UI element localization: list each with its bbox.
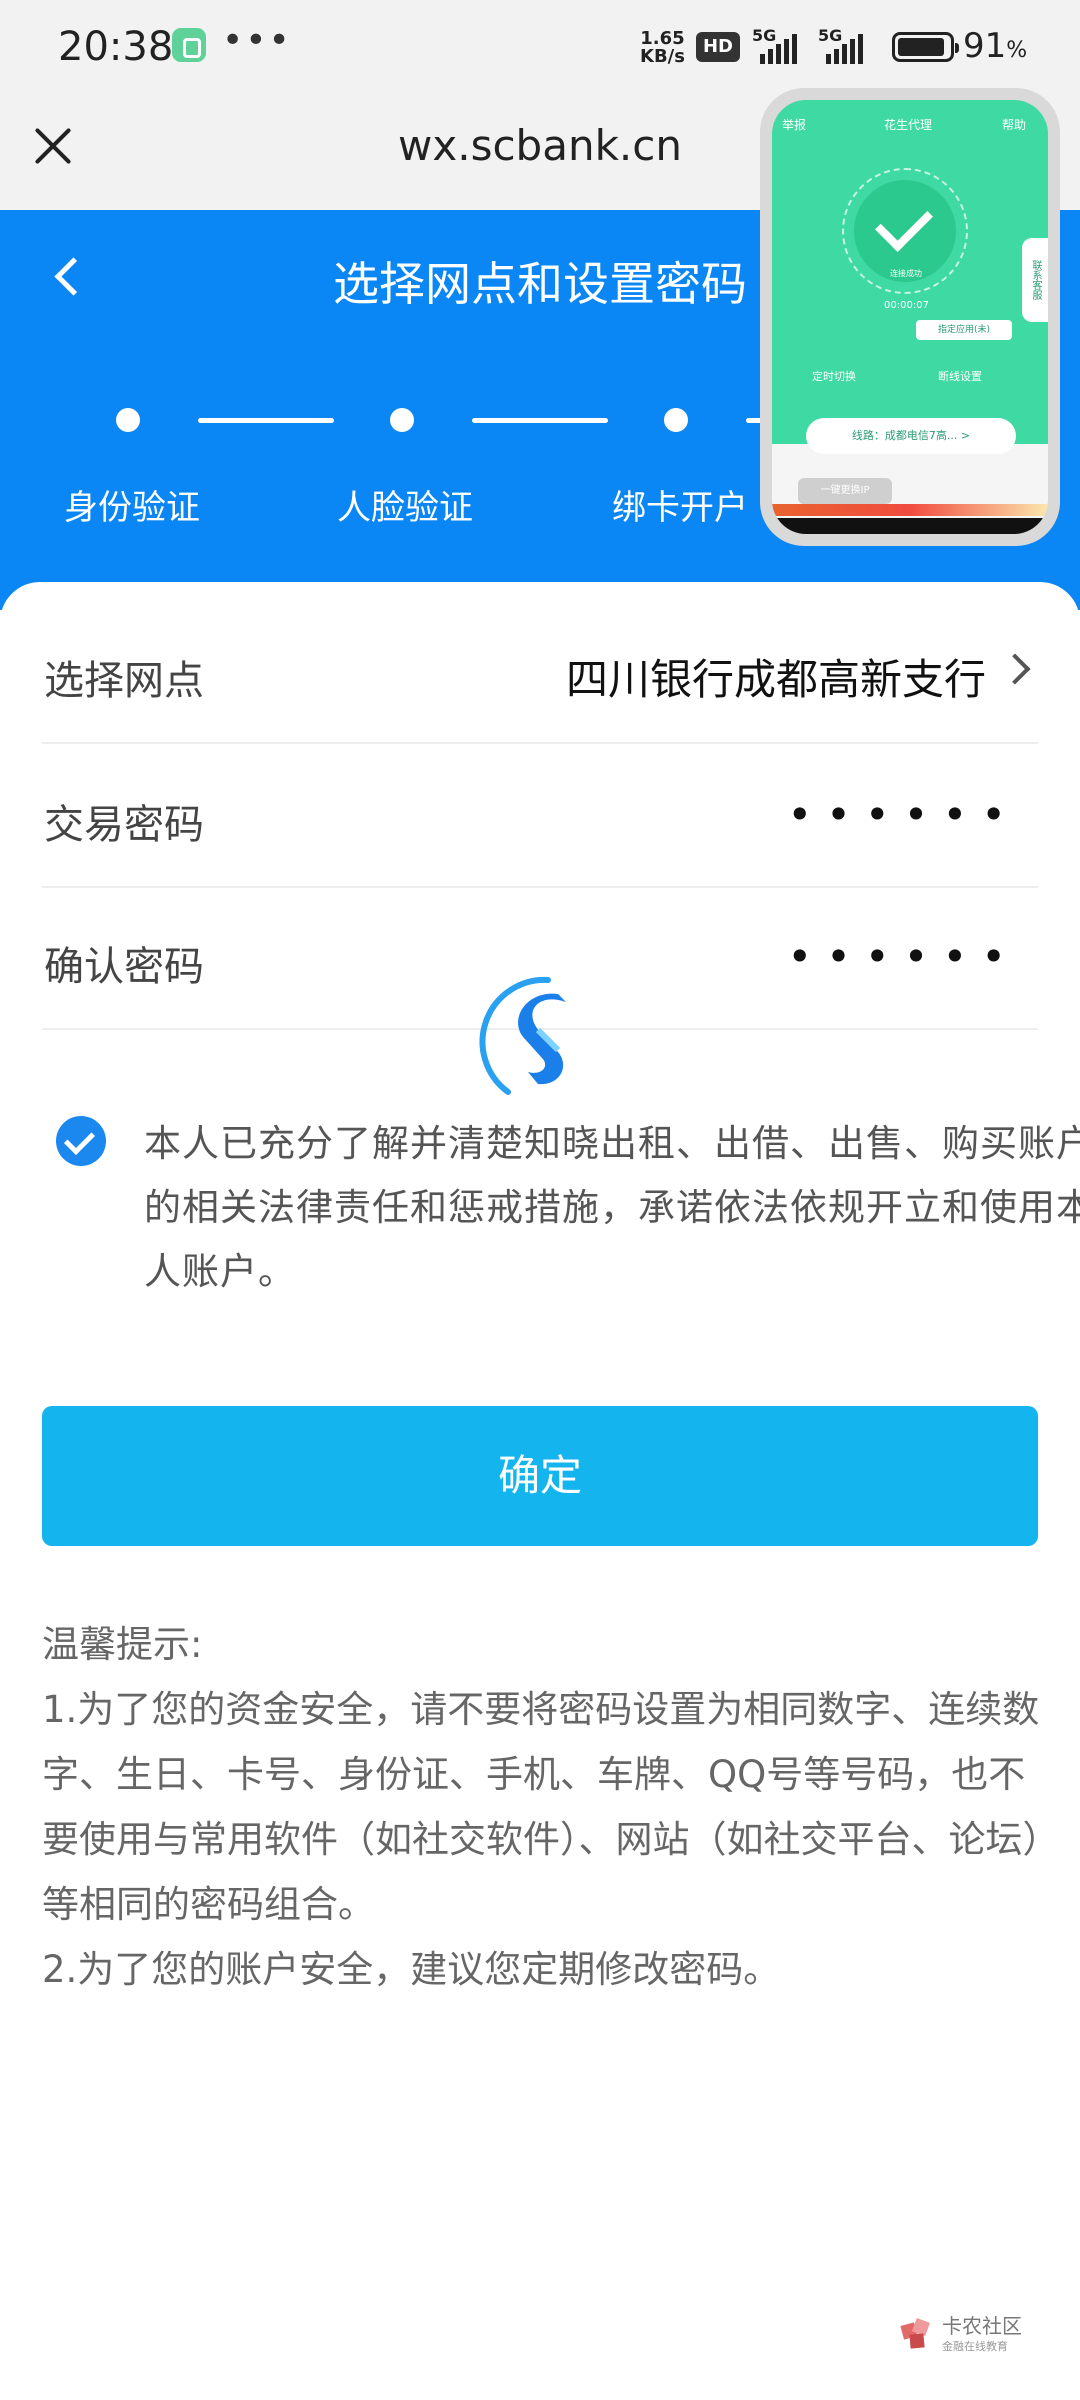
confirm-password-label: 确认密码 [44, 944, 204, 990]
agreement-text: 本人已充分了解并清楚知晓出租、出借、出售、购买账户的相关法律责任和惩戒措施，承诺… [144, 1122, 1080, 1293]
watermark-subtext: 金融在线教育 [942, 2340, 1008, 2353]
floating-window-content: 举报 花生代理 帮助 连接成功 00:00:07 指定应用(未) 定时切换 断线… [772, 100, 1048, 534]
support-tab[interactable]: 联系客服 [1022, 238, 1048, 322]
chevron-right-icon [999, 653, 1031, 685]
help-label[interactable]: 帮助 [1002, 116, 1026, 133]
report-label[interactable]: 举报 [782, 116, 806, 133]
step-label-identity: 身份验证 [64, 488, 200, 528]
reconnect-setting[interactable]: 断线设置 [938, 368, 982, 384]
watermark-text: 卡农社区 [942, 2314, 1022, 2338]
branch-value: 四川银行成都高新支行 [565, 655, 986, 704]
notification-app-icon [172, 28, 206, 62]
battery-percent: 91% [963, 26, 1028, 66]
tips-item-2: 2.为了您的账户安全，建议您定期修改密码。 [42, 1948, 781, 1991]
step-connector-1 [198, 418, 334, 423]
agreement-checkbox[interactable] [56, 1116, 106, 1166]
timed-switch[interactable]: 定时切换 [812, 368, 856, 384]
tips-title: 温馨提示: [42, 1623, 203, 1666]
step-label-bind-card: 绑卡开户 [612, 488, 748, 528]
loading-spinner-icon [479, 976, 566, 1095]
network-speed: 1.65 KB/s [640, 28, 685, 67]
app-name: 花生代理 [884, 118, 933, 132]
step-dot-3 [664, 408, 688, 432]
hd-voice-icon: HD [696, 32, 740, 62]
branch-label: 选择网点 [44, 658, 204, 704]
signal-icon-sim2: 5G [818, 26, 888, 64]
trade-password-label: 交易密码 [44, 802, 204, 848]
step-label-face: 人脸验证 [337, 488, 473, 528]
battery-icon [892, 32, 959, 62]
step-dot-2 [390, 408, 414, 432]
floating-proxy-window[interactable]: 举报 花生代理 帮助 连接成功 00:00:07 指定应用(未) 定时切换 断线… [760, 88, 1060, 546]
confirm-password-input[interactable]: •••••• [787, 932, 1020, 981]
check-icon [854, 180, 956, 282]
confirm-button[interactable]: 确定 [42, 1406, 1038, 1546]
connection-timer: 00:00:07 [884, 300, 929, 311]
connection-status: 连接成功 [890, 269, 922, 278]
more-notifications-icon: ••• [222, 20, 292, 61]
signal-icon-sim1: 5G [752, 26, 822, 64]
watermark: 卡农社区 金融在线教育 [900, 2316, 1030, 2356]
trade-password-field[interactable]: 交易密码 •••••• [42, 746, 1038, 888]
step-connector-2 [472, 418, 608, 423]
watermark-logo-icon [900, 2318, 930, 2349]
branch-selector[interactable]: 选择网点 四川银行成都高新支行 [42, 602, 1038, 744]
line-selector[interactable]: 线路：成都电信7高... > [806, 418, 1016, 454]
trade-password-input[interactable]: •••••• [787, 790, 1020, 839]
status-bar: 20:38 ••• 1.65 KB/s HD 5G 5G 91% [0, 0, 1080, 95]
step-dot-1 [116, 408, 140, 432]
clock: 20:38 [58, 24, 174, 70]
app-chip[interactable]: 指定应用(未) [916, 320, 1012, 340]
tips-item-1: 1.为了您的资金安全，请不要将密码设置为相同数字、连续数字、生日、卡号、身份证、… [42, 1688, 1041, 1926]
tips-section: 温馨提示: 1.为了您的资金安全，请不要将密码设置为相同数字、连续数字、生日、卡… [42, 1612, 1042, 2002]
change-ip-button[interactable]: 一键更换IP [798, 478, 892, 504]
